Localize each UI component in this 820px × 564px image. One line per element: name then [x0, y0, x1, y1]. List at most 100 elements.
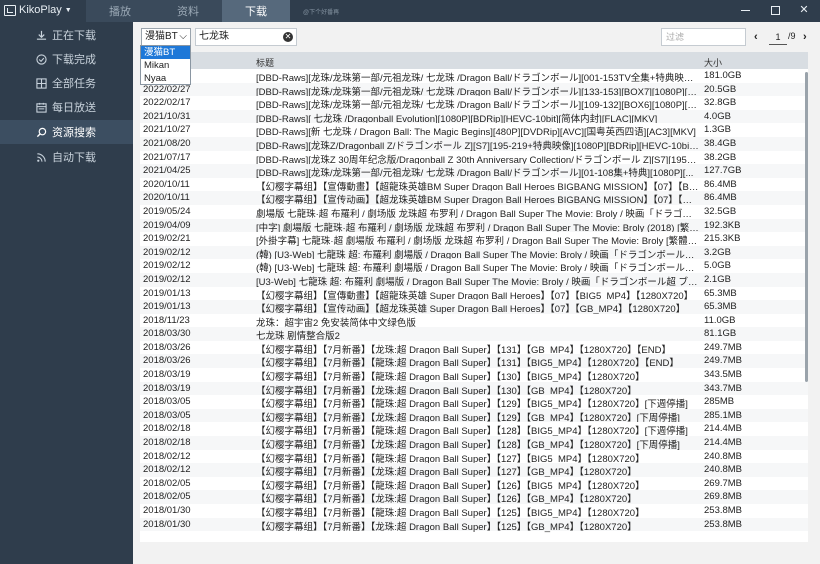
row-size: 65.3MB	[704, 301, 737, 313]
app-menu[interactable]: KikoPlay ▼	[4, 4, 72, 16]
column-header-title[interactable]: 标题	[256, 56, 274, 69]
row-date: 2018/03/05	[143, 409, 191, 421]
row-date: 2018/02/18	[143, 437, 191, 449]
row-date: 2021/08/20	[143, 137, 191, 149]
row-size: 32.8GB	[704, 97, 737, 109]
page-number-input[interactable]: 1	[769, 29, 787, 45]
row-size: 1.3GB	[704, 124, 731, 136]
download-icon	[36, 30, 47, 40]
table-row[interactable]: 2019/05/24 劇場版 七龍珠·超 布羅利 / 劇场版 龙珠超 布罗利 / …	[140, 204, 808, 220]
clear-search-icon[interactable]: ✕	[283, 32, 293, 42]
row-date: 2018/02/12	[143, 464, 191, 476]
row-date: 2021/07/17	[143, 151, 191, 163]
table-row[interactable]: 2018/03/30 七龙珠 剧情整合版2 81.1GB	[140, 327, 808, 342]
sidebar-item-daily[interactable]: 每日放送	[0, 95, 133, 119]
search-input[interactable]: 七龙珠	[195, 28, 297, 46]
table-row[interactable]: 2019/04/09 [中字] 劇場版 七龍珠·超 布羅利 / 劇场版 龙珠超 布…	[140, 218, 808, 234]
app-title: KikoPlay	[19, 4, 62, 16]
table-row[interactable]: 2019/02/12 (韓) [U3-Web] 七龍珠 超: 布羅利 劇場版 / …	[140, 245, 808, 261]
table-row[interactable]: 2021/08/20 [DBD-Raws][龙珠Z/Dragonball Z/ドラ…	[140, 136, 808, 152]
table-row[interactable]: 2018/11/23 龙珠：超宇宙2 免安装简体中文绿色版 11.0GB	[140, 313, 808, 329]
maximize-button[interactable]	[766, 2, 784, 18]
table-row[interactable]: 2019/01/13 【幻樱字幕组】【宣传动画】【超龙珠英雄 Super Drag…	[140, 300, 808, 315]
table-row[interactable]: 2018/03/19 【幻樱字幕组】【7月新番】【龙珠:超 Dragon Ball…	[140, 381, 808, 397]
row-size: 127.7GB	[704, 165, 742, 177]
table-row[interactable]: 2018/01/30 【幻樱字幕组】【7月新番】【龍珠:超 Dragon Ball…	[140, 504, 808, 519]
table-row[interactable]: 2018/03/05 【幻樱字幕组】【7月新番】【龍珠:超 Dragon Ball…	[140, 395, 808, 410]
row-date: 2018/02/12	[143, 450, 191, 462]
minimize-button[interactable]	[736, 2, 754, 18]
row-size: 2.1GB	[704, 273, 731, 285]
row-size: 240.8MB	[704, 464, 743, 476]
table-row[interactable]: 2018/03/05 【幻樱字幕组】【7月新番】【龙珠:超 Dragon Ball…	[140, 408, 808, 424]
table-row[interactable]: 2019/02/12 (韓) [U3-Web] 七龍珠 超: 布羅利 劇場版 / …	[140, 259, 808, 274]
row-size: 181.0GB	[704, 70, 742, 81]
table-row[interactable]: 2020/10/11 【幻樱字幕组】【宣传动画】【超龙珠英雄BM Super Dr…	[140, 191, 808, 206]
table-row[interactable]: 2018/02/18 【幻樱字幕组】【7月新番】【龍珠:超 Dragon Ball…	[140, 422, 808, 437]
next-page-button[interactable]: ›	[803, 31, 807, 43]
row-size: 5.0GB	[704, 260, 731, 272]
sidebar-item-label: 下载完成	[52, 54, 96, 66]
table-row[interactable]: 2021/07/17 [DBD-Raws][龙珠Z 30周年纪念版/Dragonb…	[140, 150, 808, 166]
row-size: 215.3KB	[704, 233, 741, 245]
table-scrollbar[interactable]	[805, 72, 808, 382]
tab-library[interactable]: 资料	[154, 0, 222, 22]
chevron-right-icon: ›	[803, 31, 807, 43]
table-header: 标题 大小	[140, 52, 808, 69]
close-button[interactable]: ✕	[795, 2, 813, 18]
grid-icon	[36, 77, 47, 89]
table-row[interactable]: 2018/02/05 【幻樱字幕组】【7月新番】【龙珠:超 Dragon Ball…	[140, 490, 808, 505]
table-row[interactable]: [DBD-Raws][龙珠/龙珠第一部/元祖龙珠/ 七龙珠 /Dragon Ba…	[140, 69, 808, 84]
sidebar-item-all-tasks[interactable]: 全部任务	[0, 71, 133, 95]
source-select[interactable]: 漫猫BT ⌵	[141, 28, 191, 46]
sidebar-item-auto-download[interactable]: 自动下载	[0, 145, 133, 169]
table-row[interactable]: 2021/04/25 [DBD-Raws][龙珠/龙珠第一部/元祖龙珠/ 七龙珠 …	[140, 164, 808, 179]
row-size: 214.4MB	[704, 437, 743, 449]
table-row[interactable]: 2018/01/30 【幻樱字幕组】【7月新番】【龙珠:超 Dragon Ball…	[140, 517, 808, 533]
row-date: 2022/02/17	[143, 97, 191, 109]
table-row[interactable]: 2021/10/31 [DBD-Raws][ 七龙珠 /Dragonball Ev…	[140, 109, 808, 125]
sidebar-item-completed[interactable]: 下载完成	[0, 47, 133, 71]
table-row[interactable]: 2019/01/13 【幻樱字幕组】【宣傳動畫】【超龍珠英雄 Super Drag…	[140, 286, 808, 302]
table-row[interactable]: 2019/02/12 [U3-Web] 七龍珠 超: 布羅利 劇場版 / Drag…	[140, 272, 808, 288]
tab-play[interactable]: 播放	[86, 0, 154, 22]
source-select-value: 漫猫BT	[145, 31, 178, 42]
table-row[interactable]: 2018/02/05 【幻樱字幕组】【7月新番】【龍珠:超 Dragon Ball…	[140, 476, 808, 492]
table-body: [DBD-Raws][龙珠/龙珠第一部/元祖龙珠/ 七龙珠 /Dragon Ba…	[140, 69, 808, 533]
filter-input[interactable]	[661, 28, 746, 46]
row-date: 2021/04/25	[143, 165, 191, 177]
table-row[interactable]: 2019/02/21 [外掛字幕] 七龍珠·超 劇場版 布羅利 / 劇场版 龙珠超…	[140, 232, 808, 247]
sidebar-item-label: 资源搜索	[52, 127, 96, 139]
row-size: 11.0GB	[704, 314, 736, 326]
table-row[interactable]: 2018/03/19 【幻樱字幕组】【7月新番】【龍珠:超 Dragon Ball…	[140, 368, 808, 383]
row-date: 2018/03/19	[143, 382, 191, 394]
row-size: 214.4MB	[704, 423, 743, 435]
row-date: 2019/02/21	[143, 233, 191, 245]
sidebar-item-downloading[interactable]: 正在下载	[0, 23, 133, 47]
table-row[interactable]: 2018/02/12 【幻樱字幕组】【7月新番】【龙珠:超 Dragon Ball…	[140, 463, 808, 478]
table-row[interactable]: 2021/10/27 [DBD-Raws][新 七龙珠 / Dragon Ball…	[140, 123, 808, 138]
app-logo-icon	[4, 4, 16, 16]
table-row[interactable]: 2022/02/17 [DBD-Raws][龙珠/龙珠第一部/元祖龙珠/ 七龙珠 …	[140, 96, 808, 111]
dropdown-option[interactable]: Mikan	[141, 59, 190, 72]
row-size: 65.3MB	[704, 287, 737, 299]
row-date: 2021/10/27	[143, 124, 191, 136]
row-size: 285MB	[704, 396, 735, 408]
search-icon	[36, 127, 47, 137]
table-row[interactable]: 2018/02/12 【幻樱字幕组】【7月新番】【龍珠:超 Dragon Ball…	[140, 449, 808, 465]
prev-page-button[interactable]: ‹	[754, 31, 758, 43]
dropdown-option[interactable]: Nyaa	[141, 72, 190, 85]
table-row[interactable]: 2020/10/11 【幻樱字幕组】【宣傳動畫】【超龍珠英雄BM Super Dr…	[140, 177, 808, 193]
table-row[interactable]: 2018/03/26 【幻樱字幕组】【7月新番】【龍珠:超 Dragon Ball…	[140, 354, 808, 369]
table-row[interactable]: 2018/03/26 【幻樱字幕组】【7月新番】【龙珠:超 Dragon Ball…	[140, 340, 808, 356]
row-size: 343.5MB	[704, 369, 743, 381]
table-row[interactable]: 2018/02/18 【幻樱字幕组】【7月新番】【龙珠:超 Dragon Ball…	[140, 436, 808, 451]
table-row[interactable]: 2022/02/27 [DBD-Raws][龙珠/龙珠第一部/元祖龙珠/ 七龙珠 …	[140, 82, 808, 98]
row-size: 4.0GB	[704, 110, 731, 122]
sidebar-item-resource-search[interactable]: 资源搜索	[0, 120, 133, 144]
column-header-size[interactable]: 大小	[704, 56, 722, 69]
row-date: 2019/01/13	[143, 301, 191, 313]
tab-download[interactable]: 下载	[222, 0, 290, 22]
dropdown-option[interactable]: 漫猫BT	[141, 46, 190, 59]
sidebar-item-label: 自动下载	[52, 152, 96, 164]
